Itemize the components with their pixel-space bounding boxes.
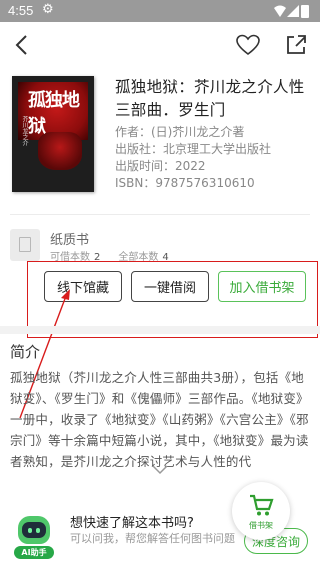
- paper-book-section: 纸质书 可借本数 2 全部本数 4: [10, 227, 310, 263]
- expand-chevron-icon[interactable]: [152, 465, 168, 475]
- ai-assistant-avatar: AI助手: [14, 514, 54, 560]
- promo-question: 想快速了解这本书吗?: [70, 516, 194, 531]
- cover-subtitle: 芥川龙之介: [21, 116, 28, 146]
- book-publisher: 出版社：北京理工大学出版社: [115, 142, 272, 156]
- signal-icon: [287, 5, 299, 17]
- book-author: 作者：(日)芥川龙之介著: [115, 125, 245, 139]
- ai-assistant-label: AI助手: [14, 546, 54, 559]
- cart-icon: [250, 494, 274, 516]
- paper-book-icon: [10, 229, 40, 261]
- intro-text: 孤独地狱（芥川龙之介人性三部曲共3册），包括《地狱变》、《罗生门》和《傀儡师》三…: [10, 370, 309, 469]
- book-cover-image: 孤独地狱 芥川龙之介: [12, 76, 94, 192]
- status-bar: 4:55 ⚙: [0, 0, 320, 22]
- book-isbn: ISBN：9787576310610: [115, 176, 255, 190]
- back-arrow-icon[interactable]: [14, 34, 28, 56]
- promo-subtext: 可以问我，帮您解答任何图书问题: [70, 532, 235, 545]
- intro-title: 简介: [10, 343, 41, 361]
- status-time: 4:55: [8, 3, 34, 18]
- paper-book-label: 纸质书: [50, 233, 90, 248]
- divider: [10, 214, 310, 215]
- wifi-icon: [274, 5, 286, 17]
- settings-gear-icon: ⚙: [42, 2, 54, 17]
- borrow-shelf-label: 借书架: [249, 521, 273, 530]
- borrow-shelf-fab[interactable]: 借书架: [232, 482, 290, 540]
- book-info: 孤独地狱：芥川龙之介人性三部曲．罗生门 作者：(日)芥川龙之介著 出版社：北京理…: [115, 76, 315, 192]
- book-title: 孤独地狱：芥川龙之介人性三部曲．罗生门: [115, 78, 305, 119]
- book-pub-date: 出版时间：2022: [115, 159, 206, 173]
- favorite-heart-icon[interactable]: [236, 34, 260, 56]
- section-gap: [0, 326, 320, 334]
- share-icon[interactable]: [284, 33, 308, 57]
- cover-title: 孤独地狱: [28, 90, 80, 137]
- top-nav: [0, 22, 320, 68]
- battery-icon: [301, 5, 309, 18]
